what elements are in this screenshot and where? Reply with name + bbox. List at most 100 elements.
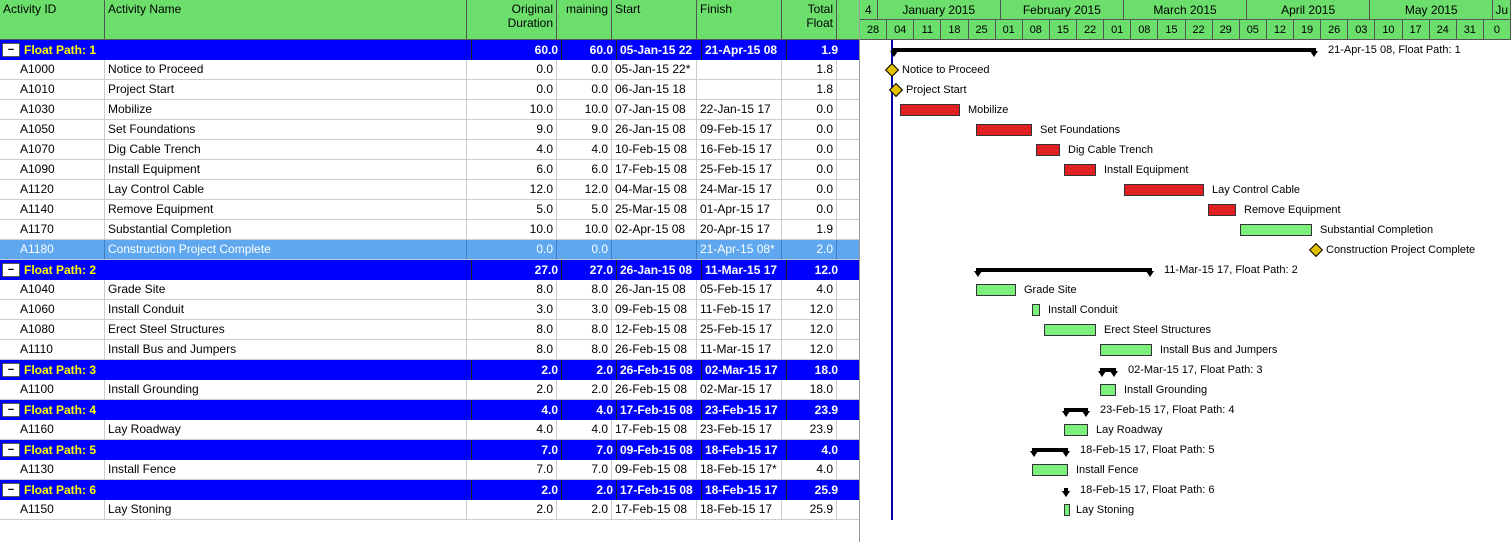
activity-row[interactable]: A1090Install Equipment6.06.017-Feb-15 08… <box>0 160 859 180</box>
col-total-float[interactable]: Total Float <box>782 0 837 39</box>
activity-row[interactable]: A1030Mobilize10.010.007-Jan-15 0822-Jan-… <box>0 100 859 120</box>
summary-bar[interactable] <box>892 48 1316 52</box>
timescale-month: February 2015 <box>1001 0 1124 20</box>
gantt-chart[interactable]: 4January 2015February 2015March 2015Apri… <box>860 0 1511 542</box>
activity-row[interactable]: A1180Construction Project Complete0.00.0… <box>0 240 859 260</box>
critical-bar[interactable] <box>976 124 1032 136</box>
col-activity-name[interactable]: Activity Name <box>105 0 467 39</box>
collapse-icon[interactable]: − <box>2 403 20 417</box>
cell-od: 8.0 <box>467 340 557 359</box>
milestone-icon[interactable] <box>1309 243 1323 257</box>
bar-label: Install Fence <box>1076 460 1138 480</box>
activity-row[interactable]: A1040Grade Site8.08.026-Jan-15 0805-Feb-… <box>0 280 859 300</box>
activity-bar[interactable] <box>1044 324 1096 336</box>
cell-finish: 20-Apr-15 17 <box>697 220 782 239</box>
collapse-icon[interactable]: − <box>2 483 20 497</box>
col-remaining[interactable]: maining <box>557 0 612 39</box>
activity-row[interactable]: A1070Dig Cable Trench4.04.010-Feb-15 081… <box>0 140 859 160</box>
cell-id: A1050 <box>0 120 105 139</box>
cell-finish: 23-Feb-15 17 <box>697 420 782 439</box>
group-row[interactable]: −Float Path: 227.027.026-Jan-15 0811-Mar… <box>0 260 859 280</box>
critical-bar[interactable] <box>1208 204 1236 216</box>
cell-name: Install Conduit <box>105 300 467 319</box>
activity-bar[interactable] <box>976 284 1016 296</box>
collapse-icon[interactable]: − <box>2 43 20 57</box>
critical-bar[interactable] <box>1064 164 1096 176</box>
cell-rem: 10.0 <box>557 220 612 239</box>
group-finish: 23-Feb-15 17 <box>701 400 786 420</box>
activity-row[interactable]: A1110Install Bus and Jumpers8.08.026-Feb… <box>0 340 859 360</box>
milestone-icon[interactable] <box>885 63 899 77</box>
cell-rem: 9.0 <box>557 120 612 139</box>
group-row[interactable]: −Float Path: 44.04.017-Feb-15 0823-Feb-1… <box>0 400 859 420</box>
summary-bar[interactable] <box>1032 448 1068 452</box>
group-float: 4.0 <box>786 440 841 460</box>
activity-row[interactable]: A1050Set Foundations9.09.026-Jan-15 0809… <box>0 120 859 140</box>
summary-bar[interactable] <box>1100 368 1116 372</box>
critical-bar[interactable] <box>1124 184 1204 196</box>
cell-rem: 8.0 <box>557 320 612 339</box>
gantt-activity-row: Erect Steel Structures <box>860 320 1511 340</box>
cell-id: A1180 <box>0 240 105 259</box>
cell-float: 12.0 <box>782 320 837 339</box>
summary-label: 18-Feb-15 17, Float Path: 5 <box>1080 440 1215 460</box>
col-finish[interactable]: Finish <box>697 0 782 39</box>
summary-bar[interactable] <box>1064 488 1068 492</box>
activity-bar[interactable] <box>1032 464 1068 476</box>
col-start[interactable]: Start <box>612 0 697 39</box>
critical-bar[interactable] <box>900 104 960 116</box>
cell-od: 8.0 <box>467 280 557 299</box>
group-row[interactable]: −Float Path: 62.02.017-Feb-15 0818-Feb-1… <box>0 480 859 500</box>
bar-label: Construction Project Complete <box>1326 240 1475 260</box>
group-row[interactable]: −Float Path: 160.060.005-Jan-15 2221-Apr… <box>0 40 859 60</box>
cell-rem: 3.0 <box>557 300 612 319</box>
activity-bar[interactable] <box>1064 424 1088 436</box>
activity-row[interactable]: A1130Install Fence7.07.009-Feb-15 0818-F… <box>0 460 859 480</box>
summary-label: 18-Feb-15 17, Float Path: 6 <box>1080 480 1215 500</box>
activity-bar[interactable] <box>1240 224 1312 236</box>
col-original-duration[interactable]: Original Duration <box>467 0 557 39</box>
activity-bar[interactable] <box>1032 304 1040 316</box>
group-row[interactable]: −Float Path: 32.02.026-Feb-15 0802-Mar-1… <box>0 360 859 380</box>
cell-od: 4.0 <box>467 420 557 439</box>
cell-rem: 0.0 <box>557 240 612 259</box>
activity-row[interactable]: A1010Project Start0.00.006-Jan-15 181.8 <box>0 80 859 100</box>
activity-bar[interactable] <box>1100 384 1116 396</box>
activity-row[interactable]: A1140Remove Equipment5.05.025-Mar-15 080… <box>0 200 859 220</box>
cell-rem: 2.0 <box>557 380 612 399</box>
activity-row[interactable]: A1150Lay Stoning2.02.017-Feb-15 0818-Feb… <box>0 500 859 520</box>
activity-row[interactable]: A1170Substantial Completion10.010.002-Ap… <box>0 220 859 240</box>
activity-bar[interactable] <box>1100 344 1152 356</box>
gantt-activity-row: Substantial Completion <box>860 220 1511 240</box>
gantt-summary-row: 18-Feb-15 17, Float Path: 6 <box>860 480 1511 500</box>
bar-label: Substantial Completion <box>1320 220 1433 240</box>
collapse-icon[interactable]: − <box>2 443 20 457</box>
gantt-summary-row: 02-Mar-15 17, Float Path: 3 <box>860 360 1511 380</box>
activity-bar[interactable] <box>1064 504 1070 516</box>
activity-grid[interactable]: Activity ID Activity Name Original Durat… <box>0 0 860 542</box>
activity-row[interactable]: A1120Lay Control Cable12.012.004-Mar-15 … <box>0 180 859 200</box>
group-od: 60.0 <box>471 40 561 60</box>
activity-row[interactable]: A1080Erect Steel Structures8.08.012-Feb-… <box>0 320 859 340</box>
activity-row[interactable]: A1160Lay Roadway4.04.017-Feb-15 0823-Feb… <box>0 420 859 440</box>
summary-bar[interactable] <box>1064 408 1088 412</box>
group-row[interactable]: −Float Path: 57.07.009-Feb-15 0818-Feb-1… <box>0 440 859 460</box>
group-rem: 4.0 <box>561 400 616 420</box>
cell-float: 0.0 <box>782 100 837 119</box>
col-activity-id[interactable]: Activity ID <box>0 0 105 39</box>
activity-row[interactable]: A1000Notice to Proceed0.00.005-Jan-15 22… <box>0 60 859 80</box>
cell-finish: 01-Apr-15 17 <box>697 200 782 219</box>
timescale-day: 11 <box>914 20 941 40</box>
critical-bar[interactable] <box>1036 144 1060 156</box>
collapse-icon[interactable]: − <box>2 363 20 377</box>
activity-row[interactable]: A1060Install Conduit3.03.009-Feb-15 0811… <box>0 300 859 320</box>
milestone-icon[interactable] <box>889 83 903 97</box>
summary-bar[interactable] <box>976 268 1152 272</box>
activity-row[interactable]: A1100Install Grounding2.02.026-Feb-15 08… <box>0 380 859 400</box>
cell-float: 12.0 <box>782 300 837 319</box>
collapse-icon[interactable]: − <box>2 263 20 277</box>
grid-header: Activity ID Activity Name Original Durat… <box>0 0 859 40</box>
bar-label: Mobilize <box>968 100 1008 120</box>
timescale-day: 19 <box>1294 20 1321 40</box>
group-finish: 02-Mar-15 17 <box>701 360 786 380</box>
